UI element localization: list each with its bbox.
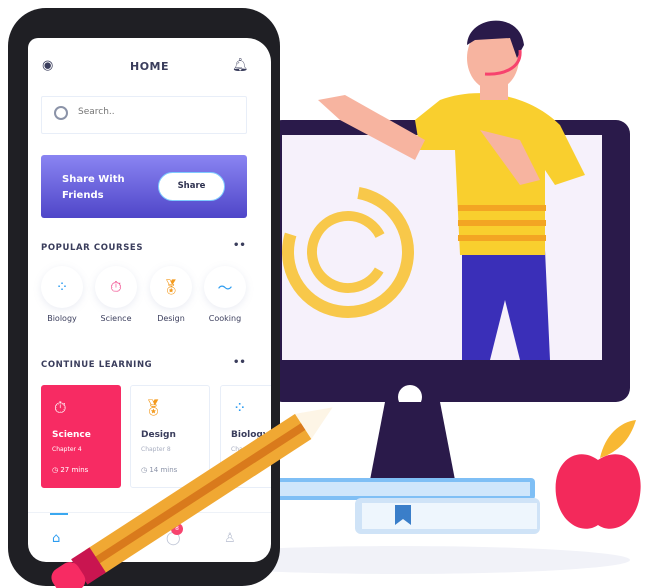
active-indicator <box>50 513 68 515</box>
home-icon[interactable]: ⌂ <box>52 531 60 546</box>
bell-icon[interactable]: 🔔︎ <box>232 58 249 73</box>
notification-badge: 8 <box>171 523 183 535</box>
search-box[interactable] <box>41 96 247 134</box>
card-time: ◷ 14 mins <box>141 466 177 474</box>
more-button[interactable]: •• <box>233 357 246 368</box>
card-biology[interactable]: ⁘ Biology Chapter <box>220 385 271 488</box>
search-input[interactable] <box>78 107 228 117</box>
stopwatch-icon: ⏱︎ <box>54 398 67 417</box>
grid-icon: ⁘ <box>41 266 83 308</box>
course-label: Science <box>100 314 132 323</box>
course-label: Biology <box>47 314 77 323</box>
award-icon: 🏅︎ <box>150 266 192 308</box>
phone: ◉ HOME 🔔︎ Share With Friends Share POPUL… <box>8 8 280 586</box>
pulse-icon: 〜 <box>204 266 246 308</box>
award-icon: 🏅︎ <box>143 398 164 417</box>
time-text: 27 mins <box>60 466 89 474</box>
card-chapter: Chapter 8 <box>141 446 171 453</box>
card-science[interactable]: ⏱︎ Science Chapter 4 ◷ 27 mins <box>41 385 121 488</box>
course-label: Design <box>157 314 185 323</box>
card-title: Science <box>52 430 91 440</box>
bottom-nav: ⌂ ✎ ◯ 8 ♙ <box>28 512 271 562</box>
course-science[interactable]: ⏱︎ Science <box>91 266 141 323</box>
user-icon[interactable]: ♙ <box>224 531 236 546</box>
search-icon <box>54 106 68 120</box>
monitor-stand <box>370 402 455 480</box>
card-chapter: Chapter 4 <box>52 446 82 453</box>
course-label: Cooking <box>208 314 242 323</box>
card-design[interactable]: 🏅︎ Design Chapter 8 ◷ 14 mins <box>130 385 210 488</box>
time-text: 14 mins <box>149 466 178 474</box>
share-banner: Share With Friends Share <box>41 155 247 218</box>
stopwatch-icon: ⏱︎ <box>95 266 137 308</box>
apple <box>555 420 641 529</box>
books <box>260 478 540 534</box>
popular-courses-title: POPULAR COURSES <box>41 243 144 253</box>
pencil-icon[interactable]: ✎ <box>110 531 121 546</box>
more-button[interactable]: •• <box>233 240 246 251</box>
grid-icon: ⁘ <box>233 398 247 417</box>
share-button[interactable]: Share <box>158 172 225 201</box>
course-biology[interactable]: ⁘ Biology <box>37 266 87 323</box>
header: ◉ HOME 🔔︎ <box>28 58 271 80</box>
card-title: Biology <box>231 430 269 440</box>
continue-learning-title: CONTINUE LEARNING <box>41 360 153 370</box>
card-chapter: Chapter <box>231 446 255 453</box>
card-time: ◷ 27 mins <box>52 466 88 474</box>
course-design[interactable]: 🏅︎ Design <box>146 266 196 323</box>
phone-screen: ◉ HOME 🔔︎ Share With Friends Share POPUL… <box>28 38 271 562</box>
banner-text: Share With Friends <box>62 174 125 201</box>
card-title: Design <box>141 430 176 440</box>
course-cooking[interactable]: 〜 Cooking <box>200 266 250 323</box>
